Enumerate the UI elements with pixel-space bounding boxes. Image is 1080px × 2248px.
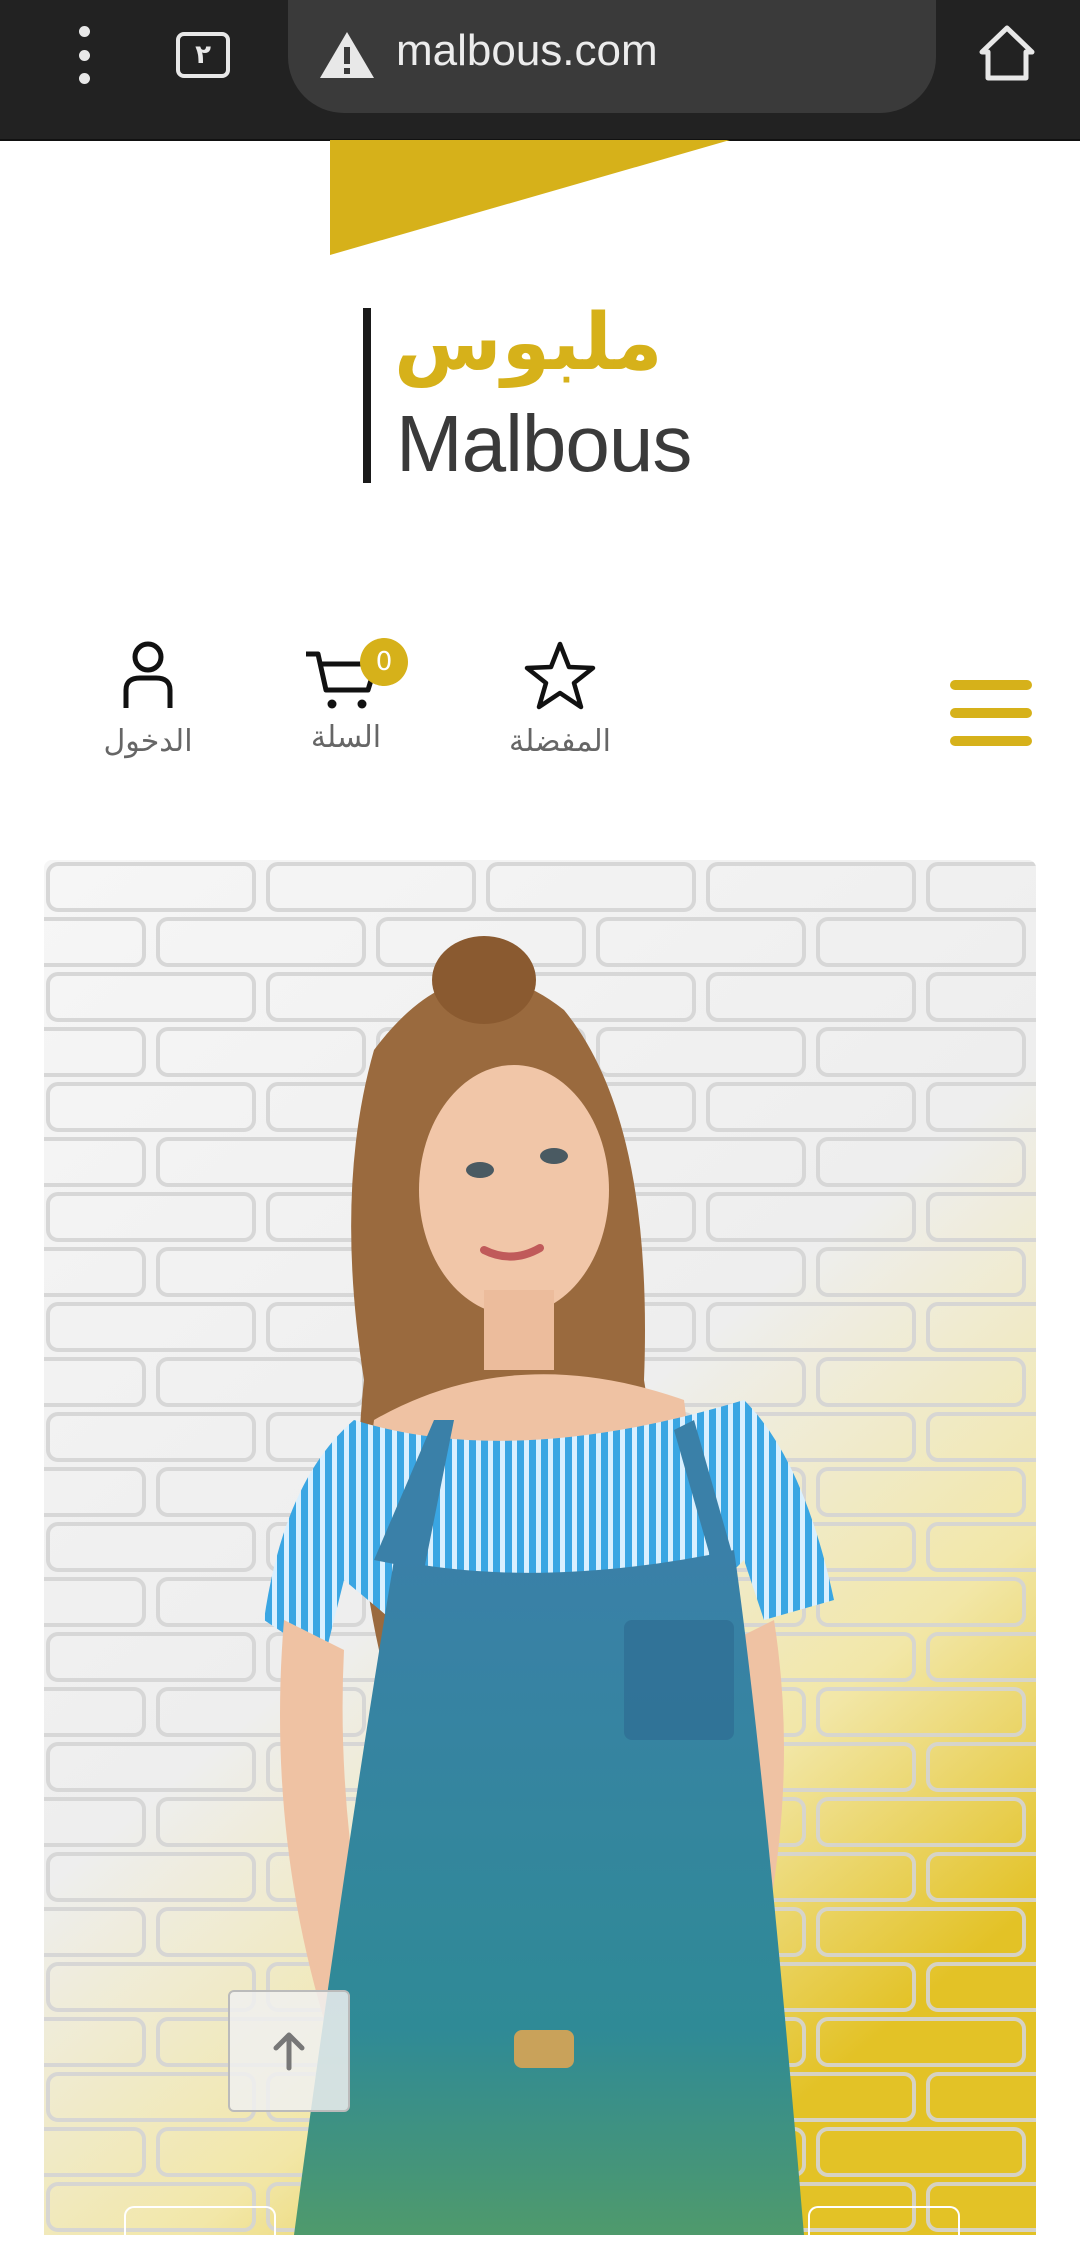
site-logo[interactable]: ملبوس Malbous xyxy=(360,298,720,490)
logo-divider xyxy=(363,308,371,483)
header-banner-shape xyxy=(330,140,730,255)
slider-prev-button[interactable] xyxy=(124,2206,276,2248)
hero-illustration xyxy=(44,860,1036,2235)
user-icon xyxy=(123,641,173,708)
address-bar[interactable]: malbous.com xyxy=(288,0,936,113)
favorites-link[interactable]: المفضلة xyxy=(490,640,630,759)
scroll-to-top-button[interactable] xyxy=(228,1990,350,2112)
warning-icon[interactable] xyxy=(318,30,376,80)
star-icon xyxy=(524,641,596,710)
browser-toolbar: ٢ malbous.com xyxy=(0,0,1080,141)
home-icon[interactable] xyxy=(976,22,1038,84)
logo-latin-text: Malbous xyxy=(396,399,692,488)
favorites-label: المفضلة xyxy=(508,724,612,759)
hero-banner-image[interactable] xyxy=(44,860,1036,2235)
cart-label: السلة xyxy=(310,720,382,755)
cart-count-badge: 0 xyxy=(360,638,408,686)
cart-link[interactable]: 0 السلة xyxy=(296,638,408,755)
login-link[interactable]: الدخول xyxy=(96,640,200,759)
tab-switcher-button[interactable]: ٢ xyxy=(176,32,230,78)
tab-count: ٢ xyxy=(195,40,211,70)
overflow-menu-icon[interactable] xyxy=(64,26,104,84)
url-text: malbous.com xyxy=(396,26,658,75)
hamburger-menu-icon[interactable] xyxy=(950,680,1032,746)
logo-arabic-text: ملبوس xyxy=(394,298,663,388)
arrow-up-icon xyxy=(273,2032,305,2071)
slider-next-button[interactable] xyxy=(808,2206,960,2248)
login-label: الدخول xyxy=(103,724,193,759)
